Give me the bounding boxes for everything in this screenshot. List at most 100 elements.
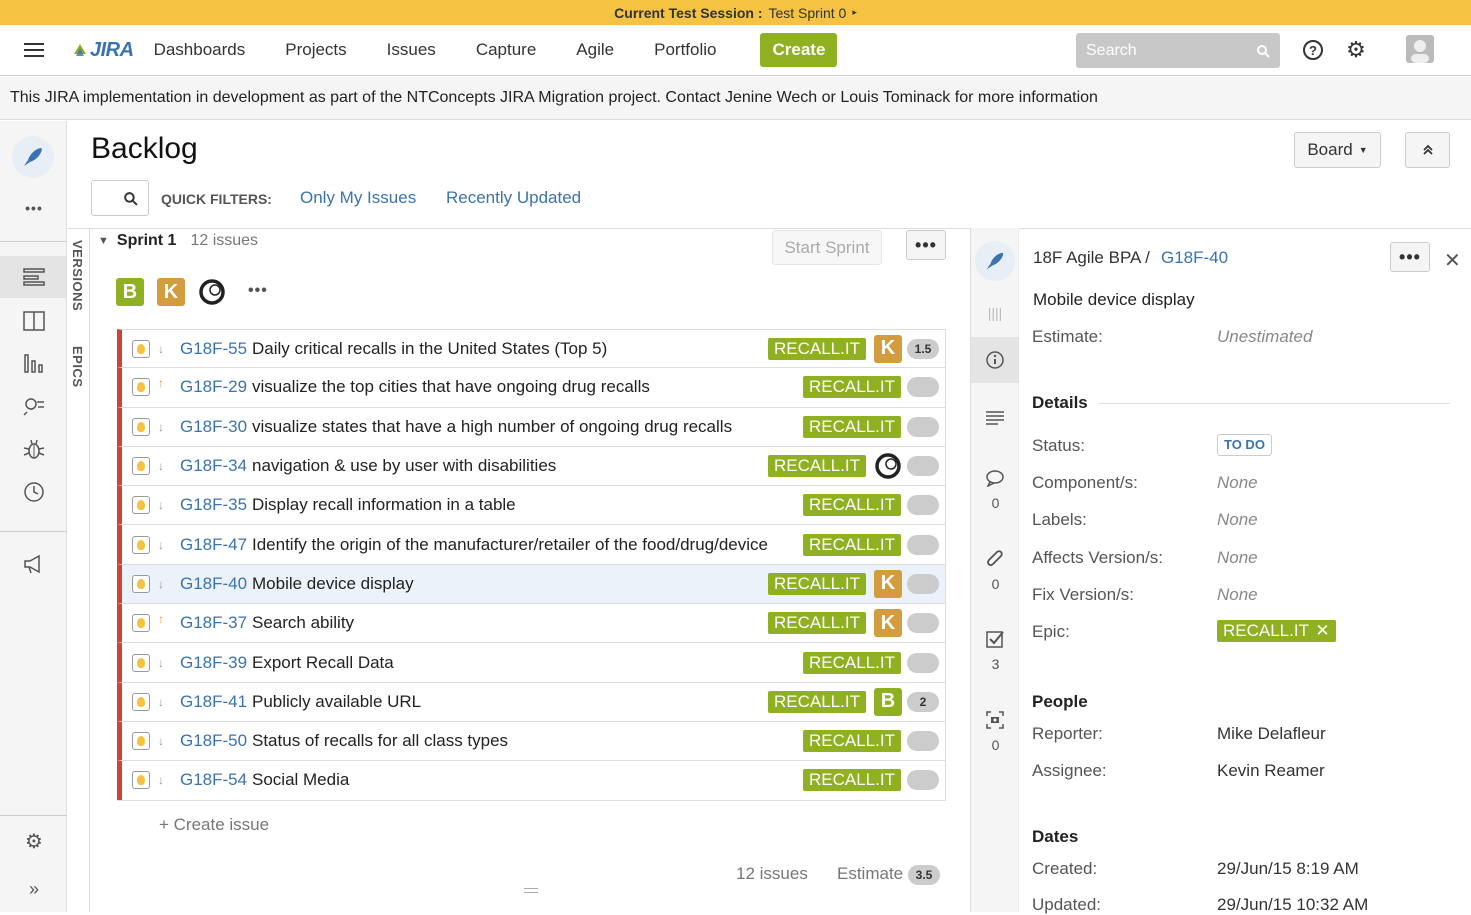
issue-key[interactable]: G18F-35 [180, 495, 247, 515]
chevron-down-icon[interactable]: ▼ [98, 235, 109, 247]
more-icon[interactable]: ••• [19, 194, 49, 222]
issue-row[interactable]: ↓ G18F-55 Daily critical recalls in the Un… [117, 329, 946, 369]
assignee-badge[interactable]: K [874, 609, 902, 638]
issue-row[interactable]: ↓ G18F-40 Mobile device display RECALL.IT K [117, 564, 946, 605]
assignee-filter-b[interactable]: B [116, 278, 144, 306]
issue-row[interactable]: ↓ G18F-34 navigation & use by user with di… [117, 446, 946, 487]
estimate-badge[interactable] [907, 534, 939, 555]
comment-icon[interactable] [983, 466, 1007, 490]
estimate-badge[interactable] [907, 573, 939, 594]
epic-lozenge[interactable]: RECALL.IT [803, 730, 901, 753]
estimate-badge[interactable] [907, 770, 939, 791]
issue-key[interactable]: G18F-30 [180, 417, 247, 437]
board-icon[interactable] [19, 307, 49, 335]
assignee-badge[interactable]: K [874, 569, 902, 598]
subtask-checkbox-icon[interactable] [983, 627, 1007, 651]
clock-icon[interactable] [19, 478, 49, 506]
detail-summary[interactable]: Mobile device display [1033, 290, 1195, 310]
detail-actions-button[interactable]: ••• [1390, 242, 1430, 272]
detail-project[interactable]: 18F Agile BPA / [1033, 248, 1150, 268]
issue-search-icon[interactable] [19, 392, 49, 420]
issue-row[interactable]: ↓ G18F-54 Social Media RECALL.IT [117, 761, 946, 801]
start-sprint-button[interactable]: Start Sprint [772, 230, 882, 265]
detail-issue-key[interactable]: G18F-40 [1161, 248, 1228, 268]
tab-versions[interactable]: VERSIONS [70, 240, 85, 311]
issue-key[interactable]: G18F-47 [180, 535, 247, 555]
create-issue-link[interactable]: + Create issue [159, 815, 269, 835]
estimate-badge[interactable]: 1.5 [907, 338, 939, 359]
affects-versions-value[interactable]: None [1217, 548, 1258, 568]
estimate-badge[interactable] [907, 731, 939, 752]
issue-key[interactable]: G18F-54 [180, 770, 247, 790]
search-input[interactable]: Search [1076, 33, 1280, 68]
jira-logo[interactable]: JIRA [72, 39, 134, 62]
settings-gear-icon[interactable]: ⚙ [19, 827, 49, 855]
issue-row[interactable]: ↓ G18F-50 Status of recalls for all class … [117, 721, 946, 762]
epic-lozenge[interactable]: RECALL.IT [803, 415, 901, 438]
issue-row[interactable]: ↑ G18F-37 Search ability RECALL.IT K [117, 604, 946, 644]
issue-row[interactable]: ↓ G18F-47 Identify the origin of the manuf… [117, 525, 946, 565]
issue-row[interactable]: ↓ G18F-41 Publicly available URL RECALL.IT B… [117, 682, 946, 722]
epic-lozenge[interactable]: RECALL.IT [803, 494, 901, 517]
project-avatar[interactable] [12, 136, 54, 178]
status-lozenge[interactable]: TO DO [1217, 434, 1272, 456]
filter-recently-updated[interactable]: Recently Updated [446, 188, 581, 208]
epic-lozenge[interactable]: RECALL.IT [803, 769, 901, 792]
issue-key[interactable]: G18F-39 [180, 653, 247, 673]
help-icon[interactable]: ? [1301, 38, 1325, 62]
epic-lozenge[interactable]: RECALL.IT [768, 690, 866, 713]
issue-key[interactable]: G18F-37 [180, 613, 247, 633]
issue-row[interactable]: ↓ G18F-35 Display recall information in a … [117, 486, 946, 526]
nav-dashboards[interactable]: Dashboards [154, 40, 246, 60]
estimate-badge[interactable] [907, 652, 939, 673]
issue-key[interactable]: G18F-40 [180, 574, 247, 594]
assignee-badge[interactable]: K [874, 334, 902, 363]
issue-key[interactable]: G18F-34 [180, 456, 247, 476]
issue-key[interactable]: G18F-50 [180, 731, 247, 751]
user-avatar[interactable] [1406, 35, 1434, 63]
epic-lozenge[interactable]: RECALL.IT [768, 612, 866, 635]
nav-issues[interactable]: Issues [387, 40, 436, 60]
gear-icon[interactable]: ⚙ [1344, 37, 1368, 62]
expand-sidebar-icon[interactable]: » [19, 875, 49, 903]
components-value[interactable]: None [1217, 473, 1258, 493]
resize-handle[interactable] [524, 888, 538, 893]
assignee-badge[interactable]: B [874, 687, 902, 716]
assignee-filter-sync-avatar[interactable] [198, 278, 226, 309]
issue-key[interactable]: G18F-29 [180, 377, 247, 397]
capture-camera-icon[interactable] [983, 708, 1007, 732]
tab-epics[interactable]: EPICS [70, 346, 85, 388]
estimate-badge[interactable] [907, 456, 939, 477]
labels-value[interactable]: None [1217, 510, 1258, 530]
nav-agile[interactable]: Agile [576, 40, 614, 60]
epic-lozenge[interactable]: RECALL.IT [803, 376, 901, 399]
epic-lozenge[interactable]: RECALL.IT [768, 455, 866, 478]
sprint-header[interactable]: ▼ Sprint 1 12 issues [98, 232, 258, 250]
issue-row[interactable]: ↑ G18F-29 visualize the top cities that ha… [117, 368, 946, 408]
assignee-avatar[interactable] [874, 452, 902, 480]
estimate-badge[interactable]: 2 [907, 691, 939, 712]
epic-lozenge[interactable]: RECALL.IT [803, 651, 901, 674]
drag-handle-icon[interactable]: |||| [983, 301, 1007, 325]
attachment-icon[interactable] [983, 546, 1007, 570]
issue-row[interactable]: ↓ G18F-39 Export Recall Data RECALL.IT [117, 643, 946, 683]
fix-versions-value[interactable]: None [1217, 585, 1258, 605]
epic-lozenge[interactable]: RECALL.IT ✕ [1217, 620, 1336, 642]
close-icon[interactable]: ✕ [1444, 248, 1461, 273]
collapse-header-button[interactable] [1405, 132, 1450, 168]
nav-projects[interactable]: Projects [285, 40, 346, 60]
menu-icon[interactable] [24, 43, 44, 57]
issue-key[interactable]: G18F-41 [180, 692, 247, 712]
estimate-badge[interactable] [907, 377, 939, 398]
issue-key[interactable]: G18F-55 [180, 339, 247, 359]
nav-portfolio[interactable]: Portfolio [654, 40, 716, 60]
nav-capture[interactable]: Capture [476, 40, 536, 60]
filter-only-my-issues[interactable]: Only My Issues [300, 188, 416, 208]
test-session-bar[interactable]: Current Test Session : Test Sprint 0 ▸ [0, 0, 1471, 25]
more-assignees-icon[interactable]: ••• [248, 282, 268, 300]
estimate-value[interactable]: Unestimated [1217, 327, 1312, 347]
epic-lozenge[interactable]: RECALL.IT [803, 533, 901, 556]
board-dropdown-button[interactable]: Board ▼ [1294, 132, 1381, 168]
megaphone-icon[interactable] [19, 550, 49, 578]
remove-epic-icon[interactable]: ✕ [1315, 621, 1329, 640]
